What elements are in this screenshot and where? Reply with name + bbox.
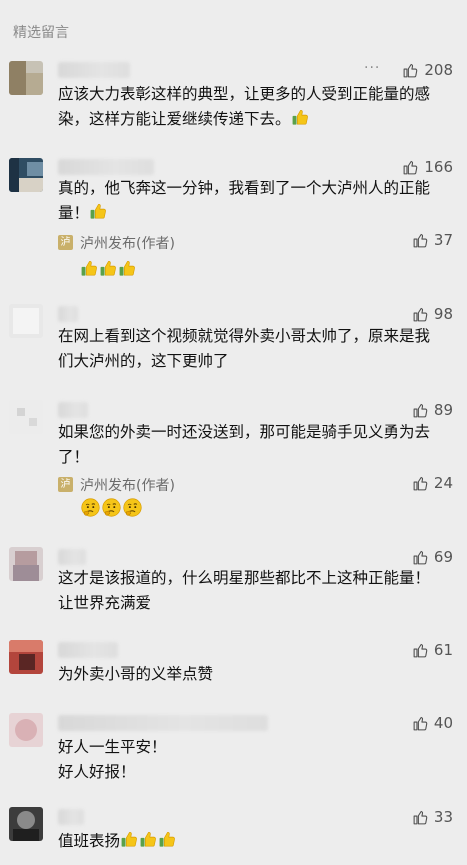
like-button[interactable]: 208 — [402, 61, 453, 79]
like-count: 166 — [424, 158, 453, 176]
comment-text: 这才是该报道的，什么明星那些都比不上这种正能量！ 让世界充满爱 — [58, 566, 458, 616]
comment-line: 了！ — [58, 448, 90, 466]
avatar[interactable] — [9, 640, 43, 674]
like-count: 61 — [433, 641, 453, 659]
like-count: 98 — [433, 305, 453, 323]
reply-text — [80, 497, 143, 518]
thinking-face-icon — [101, 497, 122, 518]
like-icon — [412, 809, 429, 826]
comment-line: 让世界充满爱 — [58, 594, 152, 612]
commenter-name[interactable] — [58, 809, 84, 825]
like-icon — [412, 306, 429, 323]
like-button[interactable]: 69 — [412, 548, 453, 566]
thumbs-up-icon — [139, 830, 158, 849]
like-count: 69 — [433, 548, 453, 566]
like-button[interactable]: 89 — [412, 401, 453, 419]
thumbs-up-icon — [120, 830, 139, 849]
commenter-name[interactable] — [58, 402, 88, 418]
author-reply: 泸 泸州发布(作者) — [58, 235, 458, 277]
comment-text: 为外卖小哥的义举点赞 — [58, 662, 458, 687]
thumbs-up-icon — [99, 259, 118, 278]
commenter-name[interactable] — [58, 715, 268, 731]
comment-line: 好人一生平安！ — [58, 738, 167, 756]
like-count: 208 — [424, 61, 453, 79]
comment-line: 值班表扬 — [58, 832, 121, 850]
comment-text: 值班表扬 — [58, 829, 458, 854]
comment-item: 166 真的，他飞奔这一分钟，我看到了一个大泸州人的正能 量！ 泸 泸州发布(作… — [0, 155, 467, 285]
comment-item: 33 值班表扬 — [0, 805, 467, 860]
avatar[interactable] — [9, 304, 43, 338]
comment-line: 真的，他飞奔这一分钟，我看到了一个大泸州人的正能 — [58, 179, 431, 197]
comment-line: 量！ — [58, 204, 90, 222]
comment-line: 在网上看到这个视频就觉得外卖小哥太帅了，原来是我 — [58, 327, 431, 345]
more-options-icon[interactable]: ··· — [364, 60, 380, 76]
comment-line: 应该大力表彰这样的典型，让更多的人受到正能量的感 — [58, 85, 431, 103]
reply-author[interactable]: 泸州发布(作者) — [80, 475, 175, 495]
like-button[interactable]: 61 — [412, 641, 453, 659]
like-icon — [412, 402, 429, 419]
comment-text: 应该大力表彰这样的典型，让更多的人受到正能量的感 染，这样方能让爱继续传递下去。 — [58, 82, 458, 132]
like-icon — [412, 232, 429, 249]
comment-text: 如果您的外卖一时还没送到，那可能是骑手见义勇为去 了！ — [58, 420, 458, 470]
reply-author[interactable]: 泸州发布(作者) — [80, 233, 175, 253]
comment-line: 如果您的外卖一时还没送到，那可能是骑手见义勇为去 — [58, 423, 431, 441]
like-count: 37 — [433, 231, 453, 249]
commenter-name[interactable] — [58, 62, 130, 78]
like-count: 40 — [433, 714, 453, 732]
commenter-name[interactable] — [58, 159, 154, 175]
comment-item: 61 为外卖小哥的义举点赞 — [0, 638, 467, 688]
comment-text: 在网上看到这个视频就觉得外卖小哥太帅了，原来是我 们大泸州的，这下更帅了 — [58, 324, 458, 374]
commenter-name[interactable] — [58, 549, 86, 565]
reply-text — [80, 259, 137, 278]
thumbs-up-icon — [89, 202, 108, 221]
thumbs-up-icon — [80, 259, 99, 278]
avatar[interactable] — [9, 547, 43, 581]
comment-line: 好人好报！ — [58, 763, 136, 781]
like-icon — [402, 159, 419, 176]
avatar[interactable] — [9, 807, 43, 841]
section-title: 精选留言 — [13, 25, 69, 41]
like-button[interactable]: 33 — [412, 808, 453, 826]
like-button[interactable]: 40 — [412, 714, 453, 732]
comment-item: 98 在网上看到这个视频就觉得外卖小哥太帅了，原来是我 们大泸州的，这下更帅了 — [0, 302, 467, 372]
like-button[interactable]: 98 — [412, 305, 453, 323]
author-badge-icon: 泸 — [58, 477, 73, 492]
thumbs-up-icon — [291, 108, 310, 127]
like-button[interactable]: 166 — [402, 158, 453, 176]
comment-item: 69 这才是该报道的，什么明星那些都比不上这种正能量！ 让世界充满爱 — [0, 545, 467, 615]
thinking-face-icon — [80, 497, 101, 518]
comment-line: 们大泸州的，这下更帅了 — [58, 352, 229, 370]
like-icon — [412, 549, 429, 566]
like-icon — [412, 642, 429, 659]
comment-line: 这才是该报道的，什么明星那些都比不上这种正能量！ — [58, 569, 431, 587]
like-count: 24 — [433, 474, 453, 492]
comment-item: 40 好人一生平安！ 好人好报！ — [0, 711, 467, 781]
like-icon — [402, 62, 419, 79]
comment-text: 真的，他飞奔这一分钟，我看到了一个大泸州人的正能 量！ — [58, 176, 458, 226]
avatar[interactable] — [9, 400, 43, 434]
thumbs-up-icon — [118, 259, 137, 278]
commenter-name[interactable] — [58, 306, 78, 322]
like-count: 33 — [433, 808, 453, 826]
reply-like-button[interactable]: 37 — [412, 231, 453, 249]
like-count: 89 — [433, 401, 453, 419]
like-icon — [412, 715, 429, 732]
like-icon — [412, 475, 429, 492]
avatar[interactable] — [9, 713, 43, 747]
commenter-name[interactable] — [58, 642, 118, 658]
thinking-face-icon — [122, 497, 143, 518]
author-reply: 泸 泸州发布(作者) — [58, 477, 458, 523]
comment-line: 染，这样方能让爱继续传递下去。 — [58, 110, 291, 128]
comment-item: 89 如果您的外卖一时还没送到，那可能是骑手见义勇为去 了！ 泸 泸州发布(作者… — [0, 398, 467, 528]
comment-text: 好人一生平安！ 好人好报！ — [58, 735, 458, 785]
reply-like-button[interactable]: 24 — [412, 474, 453, 492]
avatar[interactable] — [9, 61, 43, 95]
thumbs-up-icon — [158, 830, 177, 849]
author-badge-icon: 泸 — [58, 235, 73, 250]
avatar[interactable] — [9, 158, 43, 192]
comment-item: ··· 208 应该大力表彰这样的典型，让更多的人受到正能量的感 染，这样方能让… — [0, 58, 467, 138]
comment-line: 为外卖小哥的义举点赞 — [58, 665, 214, 683]
